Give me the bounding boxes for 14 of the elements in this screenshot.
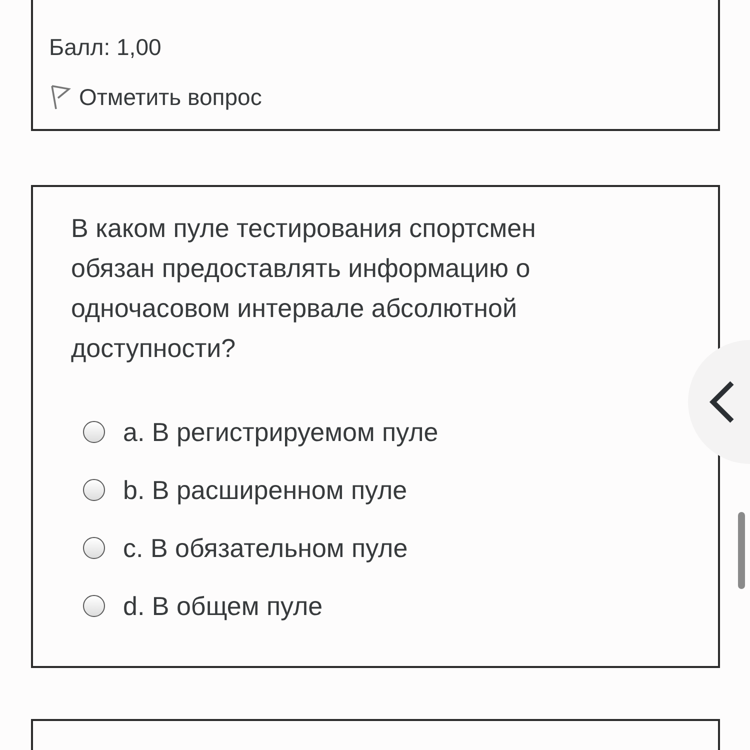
answer-option[interactable]: d. В общем пуле [83, 577, 680, 635]
chevron-left-icon [708, 379, 736, 425]
answer-option[interactable]: c. В обязательном пуле [83, 519, 680, 577]
radio-button[interactable] [83, 537, 105, 559]
scrollbar-thumb[interactable] [738, 512, 745, 589]
score-text: Балл: 1,00 [49, 34, 162, 60]
radio-button[interactable] [83, 479, 105, 501]
answer-option[interactable]: a. В регистрируемом пуле [83, 403, 680, 461]
flag-icon [49, 84, 71, 110]
flag-question-link[interactable]: Отметить вопрос [49, 72, 702, 122]
radio-button[interactable] [83, 421, 105, 443]
radio-button[interactable] [83, 595, 105, 617]
answer-option[interactable]: b. В расширенном пуле [83, 461, 680, 519]
question-text: В каком пуле тестирования спортсмен обязан предоставлять информацию о одночасовом интервале абсолютной доступности? [71, 212, 537, 365]
